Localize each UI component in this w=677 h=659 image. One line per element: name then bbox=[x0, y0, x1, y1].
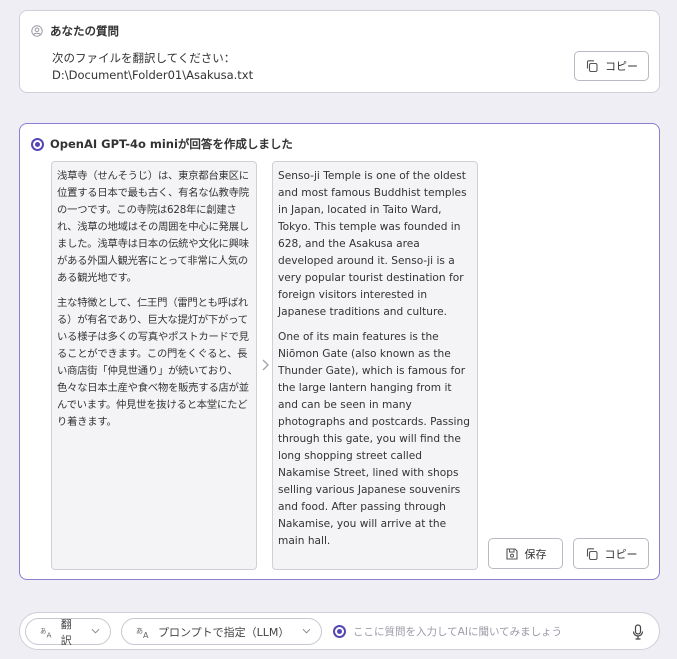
question-header-label: あなたの質問 bbox=[50, 24, 119, 38]
svg-text:あ: あ bbox=[40, 626, 46, 634]
save-button[interactable]: 保存 bbox=[488, 538, 563, 569]
chevron-down-icon bbox=[91, 627, 100, 637]
svg-text:A: A bbox=[46, 630, 51, 638]
svg-text:A: A bbox=[143, 631, 149, 639]
chat-input-bar: あ A 翻訳 あ A プロンプトで指定（LLM） bbox=[19, 612, 660, 650]
answer-copy-button[interactable]: コピー bbox=[573, 538, 649, 569]
save-icon bbox=[505, 547, 518, 560]
translated-paragraph: Senso-ji Temple is one of the oldest and… bbox=[278, 170, 467, 318]
copy-icon bbox=[586, 60, 598, 73]
source-paragraph: 浅草寺（せんそうじ）は、東京都台東区に位置する日本で最も古く、有名な仏教寺院の一… bbox=[57, 170, 249, 284]
source-text-pane[interactable]: 浅草寺（せんそうじ）は、東京都台東区に位置する日本で最も古く、有名な仏教寺院の一… bbox=[51, 161, 257, 570]
question-text: 次のファイルを翻訳してください： D:\Document\Folder01\As… bbox=[52, 50, 253, 84]
question-header: あなたの質問 bbox=[31, 23, 119, 39]
microphone-icon bbox=[632, 624, 644, 640]
chat-input[interactable] bbox=[353, 622, 623, 642]
chevron-down-icon bbox=[302, 627, 311, 637]
translate-dropdown[interactable]: あ A 翻訳 bbox=[25, 617, 111, 647]
answer-header: OpenAI GPT-4o miniが回答を作成しました bbox=[31, 136, 293, 152]
question-file-path: D:\Document\Folder01\Asakusa.txt bbox=[52, 68, 254, 82]
question-line: 次のファイルを翻訳してください： bbox=[52, 51, 236, 65]
copy-button-label: コピー bbox=[605, 60, 638, 73]
svg-text:あ: あ bbox=[136, 627, 143, 635]
prompt-mode-dropdown[interactable]: あ A プロンプトで指定（LLM） bbox=[121, 618, 322, 645]
microphone-button[interactable] bbox=[629, 622, 647, 642]
answer-header-label: OpenAI GPT-4o miniが回答を作成しました bbox=[50, 137, 293, 151]
translated-text-pane[interactable]: Senso-ji Temple is one of the oldest and… bbox=[272, 161, 478, 570]
translate-icon: あ A bbox=[136, 627, 149, 639]
translate-label: 翻訳 bbox=[60, 617, 72, 647]
answer-card: OpenAI GPT-4o miniが回答を作成しました 浅草寺（せんそうじ）は… bbox=[19, 123, 660, 580]
prompt-mode-label: プロンプトで指定（LLM） bbox=[158, 625, 290, 639]
translate-icon: あ A bbox=[40, 626, 51, 638]
copy-icon bbox=[586, 547, 598, 560]
model-indicator-icon bbox=[333, 625, 346, 638]
translated-paragraph: One of its main features is the Niōmon G… bbox=[278, 331, 470, 547]
chevron-right-icon bbox=[262, 359, 269, 371]
save-button-label: 保存 bbox=[524, 547, 547, 561]
model-indicator-icon bbox=[31, 137, 44, 151]
question-copy-button[interactable]: コピー bbox=[574, 51, 649, 81]
question-card: あなたの質問 次のファイルを翻訳してください： D:\Document\Fold… bbox=[19, 10, 660, 93]
source-paragraph: 主な特徴として、仁王門（雷門とも呼ばれる）が有名であり、巨大な提灯が下がっている… bbox=[57, 297, 249, 428]
copy-button-label: コピー bbox=[604, 547, 638, 561]
user-circle-icon bbox=[31, 25, 43, 37]
